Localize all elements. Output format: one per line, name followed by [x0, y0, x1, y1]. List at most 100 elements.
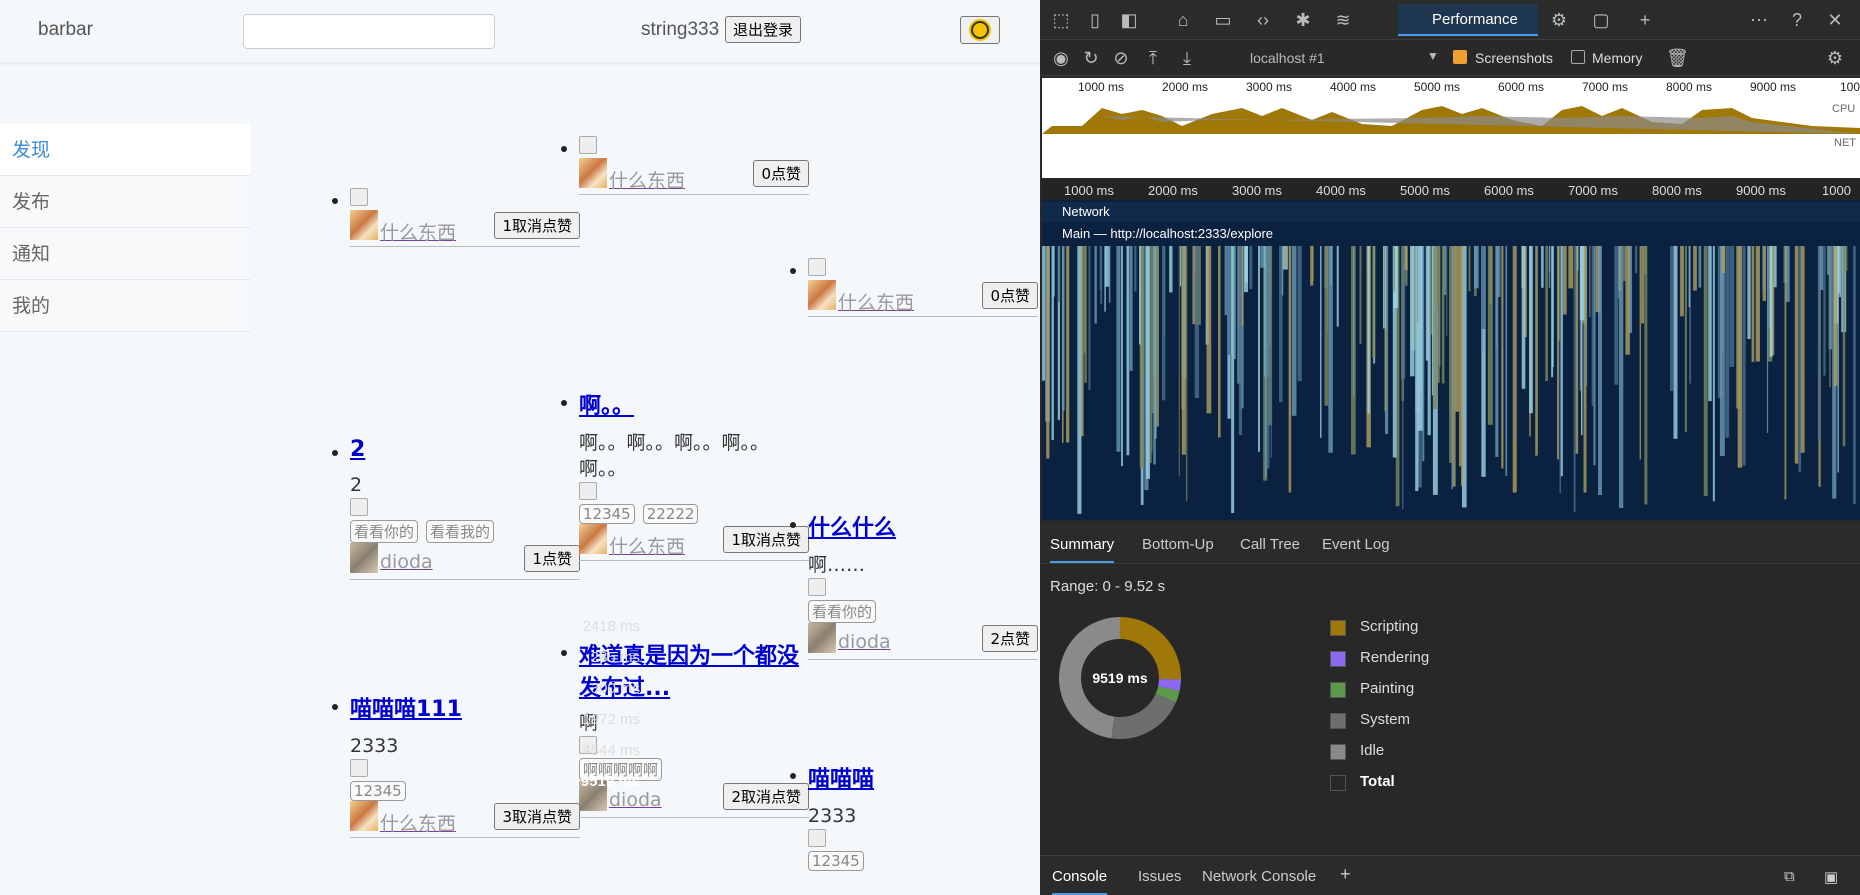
like-button[interactable]: 1取消点赞 — [494, 212, 580, 239]
post-tag[interactable]: 看看你的 — [808, 600, 877, 623]
tab-summary[interactable]: Summary — [1050, 536, 1115, 563]
add-drawer-tab-plus-icon[interactable]: + — [1340, 864, 1351, 885]
tab-console[interactable]: Console — [1052, 868, 1108, 895]
tick-label: 8000 ms — [1666, 80, 1713, 94]
record-icon[interactable]: ◉ — [1050, 47, 1072, 69]
flame-bar — [1591, 246, 1594, 407]
author-name[interactable]: 什么东西 — [609, 166, 685, 193]
device-toolbar-icon[interactable]: ▯ — [1084, 9, 1106, 31]
sidebar-item-discover[interactable]: 发现 — [0, 124, 250, 176]
tab-call-tree[interactable]: Call Tree — [1240, 536, 1300, 553]
sidebar-item-publish[interactable]: 发布 — [0, 176, 250, 228]
flame-bar — [1051, 246, 1054, 441]
avatar[interactable] — [579, 524, 607, 554]
author-name[interactable]: 什么东西 — [380, 218, 456, 245]
author-name[interactable]: 什么东西 — [609, 532, 685, 559]
close-icon[interactable]: ✕ — [1824, 9, 1846, 31]
logout-button[interactable]: 退出登录 — [725, 16, 802, 43]
post-title[interactable]: 2 — [350, 437, 580, 462]
search-input[interactable] — [243, 14, 495, 49]
dock-drawer-icon[interactable]: ⧉ — [1784, 868, 1795, 885]
tick-label: 4000 ms — [1316, 183, 1366, 198]
author-name[interactable]: 什么东西 — [380, 809, 456, 836]
post-tag[interactable]: 22222 — [642, 504, 699, 524]
avatar[interactable] — [579, 158, 607, 188]
capture-settings-gear-icon[interactable]: ⚙ — [1824, 47, 1846, 69]
dock-icon[interactable]: ◧ — [1118, 9, 1140, 31]
flame-bar — [1703, 246, 1708, 496]
sources-bug-icon[interactable]: ✱ — [1292, 9, 1314, 31]
flame-bar — [1438, 246, 1440, 383]
flame-bar — [1785, 246, 1790, 302]
application-icon[interactable]: ▢ — [1590, 9, 1612, 31]
author-name[interactable]: dioda — [380, 551, 433, 573]
like-button[interactable]: 0点赞 — [982, 282, 1038, 309]
like-button[interactable]: 1取消点赞 — [723, 526, 809, 553]
flame-bar — [1233, 246, 1236, 360]
upload-icon[interactable]: ⤒ — [1142, 47, 1164, 69]
tab-network-console[interactable]: Network Console — [1202, 868, 1316, 885]
post-tag[interactable]: 12345 — [350, 781, 406, 801]
net-label: NET — [1834, 137, 1856, 149]
clear-icon[interactable]: ⊘ — [1110, 47, 1132, 69]
avatar[interactable] — [350, 543, 378, 573]
divider — [579, 817, 809, 818]
post-author: dioda 1点赞 — [350, 543, 580, 575]
like-button[interactable]: 0点赞 — [753, 160, 809, 187]
chevron-down-icon[interactable]: ▼ — [1427, 49, 1439, 63]
post-title[interactable]: 啊。。 — [579, 388, 809, 420]
avatar[interactable] — [350, 210, 378, 240]
theme-toggle-button[interactable] — [960, 16, 1000, 44]
inspect-icon[interactable]: ⬚ — [1050, 9, 1072, 31]
more-options-icon[interactable]: ⋯ — [1748, 9, 1770, 31]
tab-bottom-up[interactable]: Bottom-Up — [1142, 536, 1214, 553]
flame-bar — [1721, 246, 1726, 273]
timeline-overview[interactable]: 1000 ms 2000 ms 3000 ms 4000 ms 5000 ms … — [1042, 78, 1860, 178]
trash-icon[interactable]: 🗑 — [1666, 47, 1689, 69]
flame-chart[interactable]: 1000 ms 2000 ms 3000 ms 4000 ms 5000 ms … — [1042, 180, 1860, 520]
avatar[interactable] — [350, 801, 378, 831]
memory-checkbox[interactable] — [1571, 50, 1585, 64]
download-icon[interactable]: ⤓ — [1176, 47, 1198, 69]
tab-performance[interactable]: Performance — [1398, 4, 1538, 36]
author-name[interactable]: dioda — [609, 789, 662, 811]
help-icon[interactable]: ? — [1786, 9, 1808, 31]
post-tag[interactable]: 看看我的 — [426, 520, 495, 543]
elements-icon[interactable]: ‹› — [1252, 9, 1274, 31]
sidebar-item-notifications[interactable]: 通知 — [0, 228, 250, 280]
flame-bar — [1264, 246, 1267, 478]
track-main[interactable]: Main — http://localhost:2333/explore — [1042, 224, 1860, 244]
post-tag[interactable]: 12345 — [808, 851, 864, 871]
network-wifi-icon[interactable]: ≋ — [1332, 9, 1354, 31]
post-tag[interactable]: 看看你的 — [350, 520, 419, 543]
welcome-home-icon[interactable]: ⌂ — [1172, 9, 1194, 31]
flame-bar — [1260, 246, 1266, 268]
more-tools-plus-icon[interactable]: + — [1634, 9, 1656, 31]
post-title[interactable]: 什么什么 — [808, 510, 1038, 542]
profile-select[interactable]: localhost #1 — [1250, 50, 1325, 66]
flame-bar — [1243, 246, 1248, 293]
flame-bar — [1747, 246, 1751, 339]
author-name[interactable]: dioda — [838, 631, 891, 653]
collapse-drawer-icon[interactable]: ▣ — [1824, 868, 1838, 886]
post-tag[interactable]: 12345 — [579, 504, 635, 524]
sidebar-item-mine[interactable]: 我的 — [0, 280, 250, 332]
reload-record-icon[interactable]: ↻ — [1080, 47, 1102, 69]
tab-event-log[interactable]: Event Log — [1322, 536, 1390, 553]
tab-issues[interactable]: Issues — [1138, 868, 1181, 885]
like-button[interactable]: 2取消点赞 — [723, 783, 809, 810]
settings-gear-icon[interactable]: ⚙ — [1548, 9, 1570, 31]
brand-logo[interactable]: barbar — [38, 19, 93, 41]
console-icon[interactable]: ▭ — [1212, 9, 1234, 31]
flame-bar — [1217, 246, 1221, 438]
avatar[interactable] — [808, 623, 836, 653]
track-network[interactable]: Network — [1042, 202, 1860, 222]
post-title[interactable]: 喵喵喵 — [808, 761, 1038, 793]
avatar[interactable] — [808, 280, 836, 310]
screenshots-checkbox[interactable] — [1453, 50, 1467, 64]
like-button[interactable]: 1点赞 — [524, 545, 580, 572]
like-button[interactable]: 3取消点赞 — [494, 803, 580, 830]
author-name[interactable]: 什么东西 — [838, 288, 914, 315]
tick-label: 9000 ms — [1750, 80, 1797, 94]
like-button[interactable]: 2点赞 — [982, 625, 1038, 652]
